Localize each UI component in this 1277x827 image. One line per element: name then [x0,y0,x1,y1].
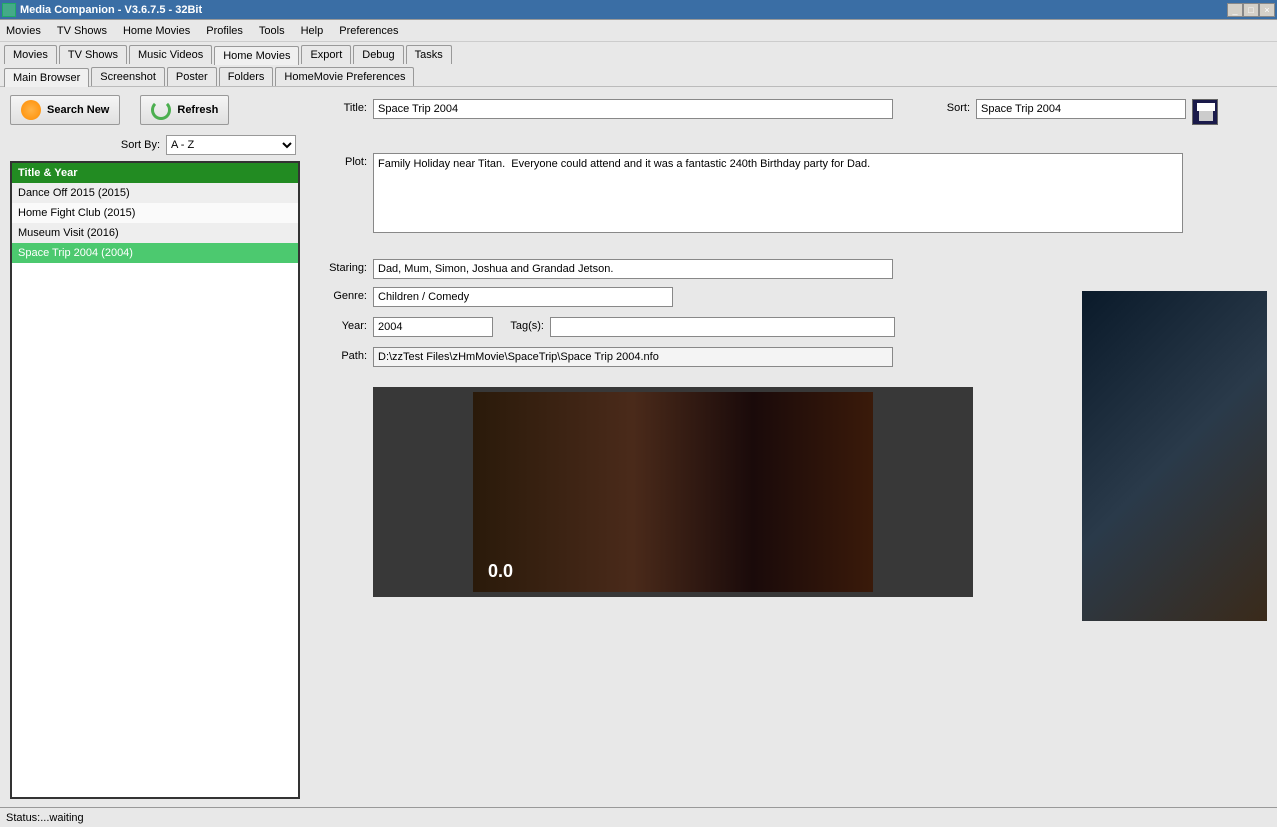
tab-debug[interactable]: Debug [353,45,403,64]
close-button[interactable]: × [1259,3,1275,17]
list-item[interactable]: Space Trip 2004 (2004) [12,243,298,263]
tab-music-videos[interactable]: Music Videos [129,45,212,64]
movie-list[interactable]: Title & Year Dance Off 2015 (2015)Home F… [10,161,300,799]
genre-label: Genre: [312,287,367,302]
refresh-icon [151,100,171,120]
menu-home-movies[interactable]: Home Movies [123,25,190,37]
tags-label: Tag(s): [499,317,544,332]
list-header: Title & Year [12,163,298,183]
status-text: Status:...waiting [6,812,84,824]
tab-tv-shows[interactable]: TV Shows [59,45,127,64]
sub-tabs: Main BrowserScreenshotPosterFoldersHomeM… [0,64,1277,86]
search-new-button[interactable]: Search New [10,95,120,125]
statusbar: Status:...waiting [0,807,1277,827]
path-label: Path: [312,347,367,362]
new-icon [21,100,41,120]
subtab-main-browser[interactable]: Main Browser [4,68,89,87]
staring-input[interactable] [373,259,893,279]
content-area: Search New Refresh Sort By: A - Z Title … [0,86,1277,807]
subtab-screenshot[interactable]: Screenshot [91,67,165,86]
window-title: Media Companion - V3.6.7.5 - 32Bit [20,4,1227,16]
subtab-homemovie-preferences[interactable]: HomeMovie Preferences [275,67,414,86]
tab-home-movies[interactable]: Home Movies [214,46,299,65]
staring-label: Staring: [312,259,367,274]
menu-tv-shows[interactable]: TV Shows [57,25,107,37]
list-item[interactable]: Dance Off 2015 (2015) [12,183,298,203]
fanart-preview[interactable] [373,387,973,597]
save-button[interactable] [1192,99,1218,125]
plot-textarea[interactable] [373,153,1183,233]
tags-input[interactable] [550,317,895,337]
minimize-button[interactable]: _ [1227,3,1243,17]
tab-tasks[interactable]: Tasks [406,45,452,64]
sort-by-label: Sort By: [121,139,160,151]
sort-by-select[interactable]: A - Z [166,135,296,155]
subtab-folders[interactable]: Folders [219,67,274,86]
menu-help[interactable]: Help [301,25,324,37]
app-icon [2,3,16,17]
maximize-button[interactable]: □ [1243,3,1259,17]
left-panel: Search New Refresh Sort By: A - Z Title … [10,95,300,799]
tab-movies[interactable]: Movies [4,45,57,64]
menu-tools[interactable]: Tools [259,25,285,37]
poster-preview[interactable] [1082,291,1267,621]
menu-preferences[interactable]: Preferences [339,25,398,37]
tab-export[interactable]: Export [301,45,351,64]
year-input[interactable] [373,317,493,337]
genre-input[interactable] [373,287,673,307]
refresh-label: Refresh [177,104,218,116]
main-tabs: MoviesTV ShowsMusic VideosHome MoviesExp… [0,42,1277,64]
subtab-poster[interactable]: Poster [167,67,217,86]
list-item[interactable]: Museum Visit (2016) [12,223,298,243]
path-input [373,347,893,367]
sort-label: Sort: [935,99,970,114]
title-input[interactable] [373,99,893,119]
menu-movies[interactable]: Movies [6,25,41,37]
menubar: Movies TV Shows Home Movies Profiles Tools He… [0,20,1277,42]
sort-input[interactable] [976,99,1186,119]
plot-label: Plot: [312,153,367,168]
details-panel: Title: Sort: Plot: Staring: Genre: Year: [312,95,1267,799]
title-label: Title: [312,99,367,114]
list-item[interactable]: Home Fight Club (2015) [12,203,298,223]
year-label: Year: [312,317,367,332]
menu-profiles[interactable]: Profiles [206,25,243,37]
search-new-label: Search New [47,104,109,116]
refresh-button[interactable]: Refresh [140,95,229,125]
titlebar: Media Companion - V3.6.7.5 - 32Bit _ □ × [0,0,1277,20]
